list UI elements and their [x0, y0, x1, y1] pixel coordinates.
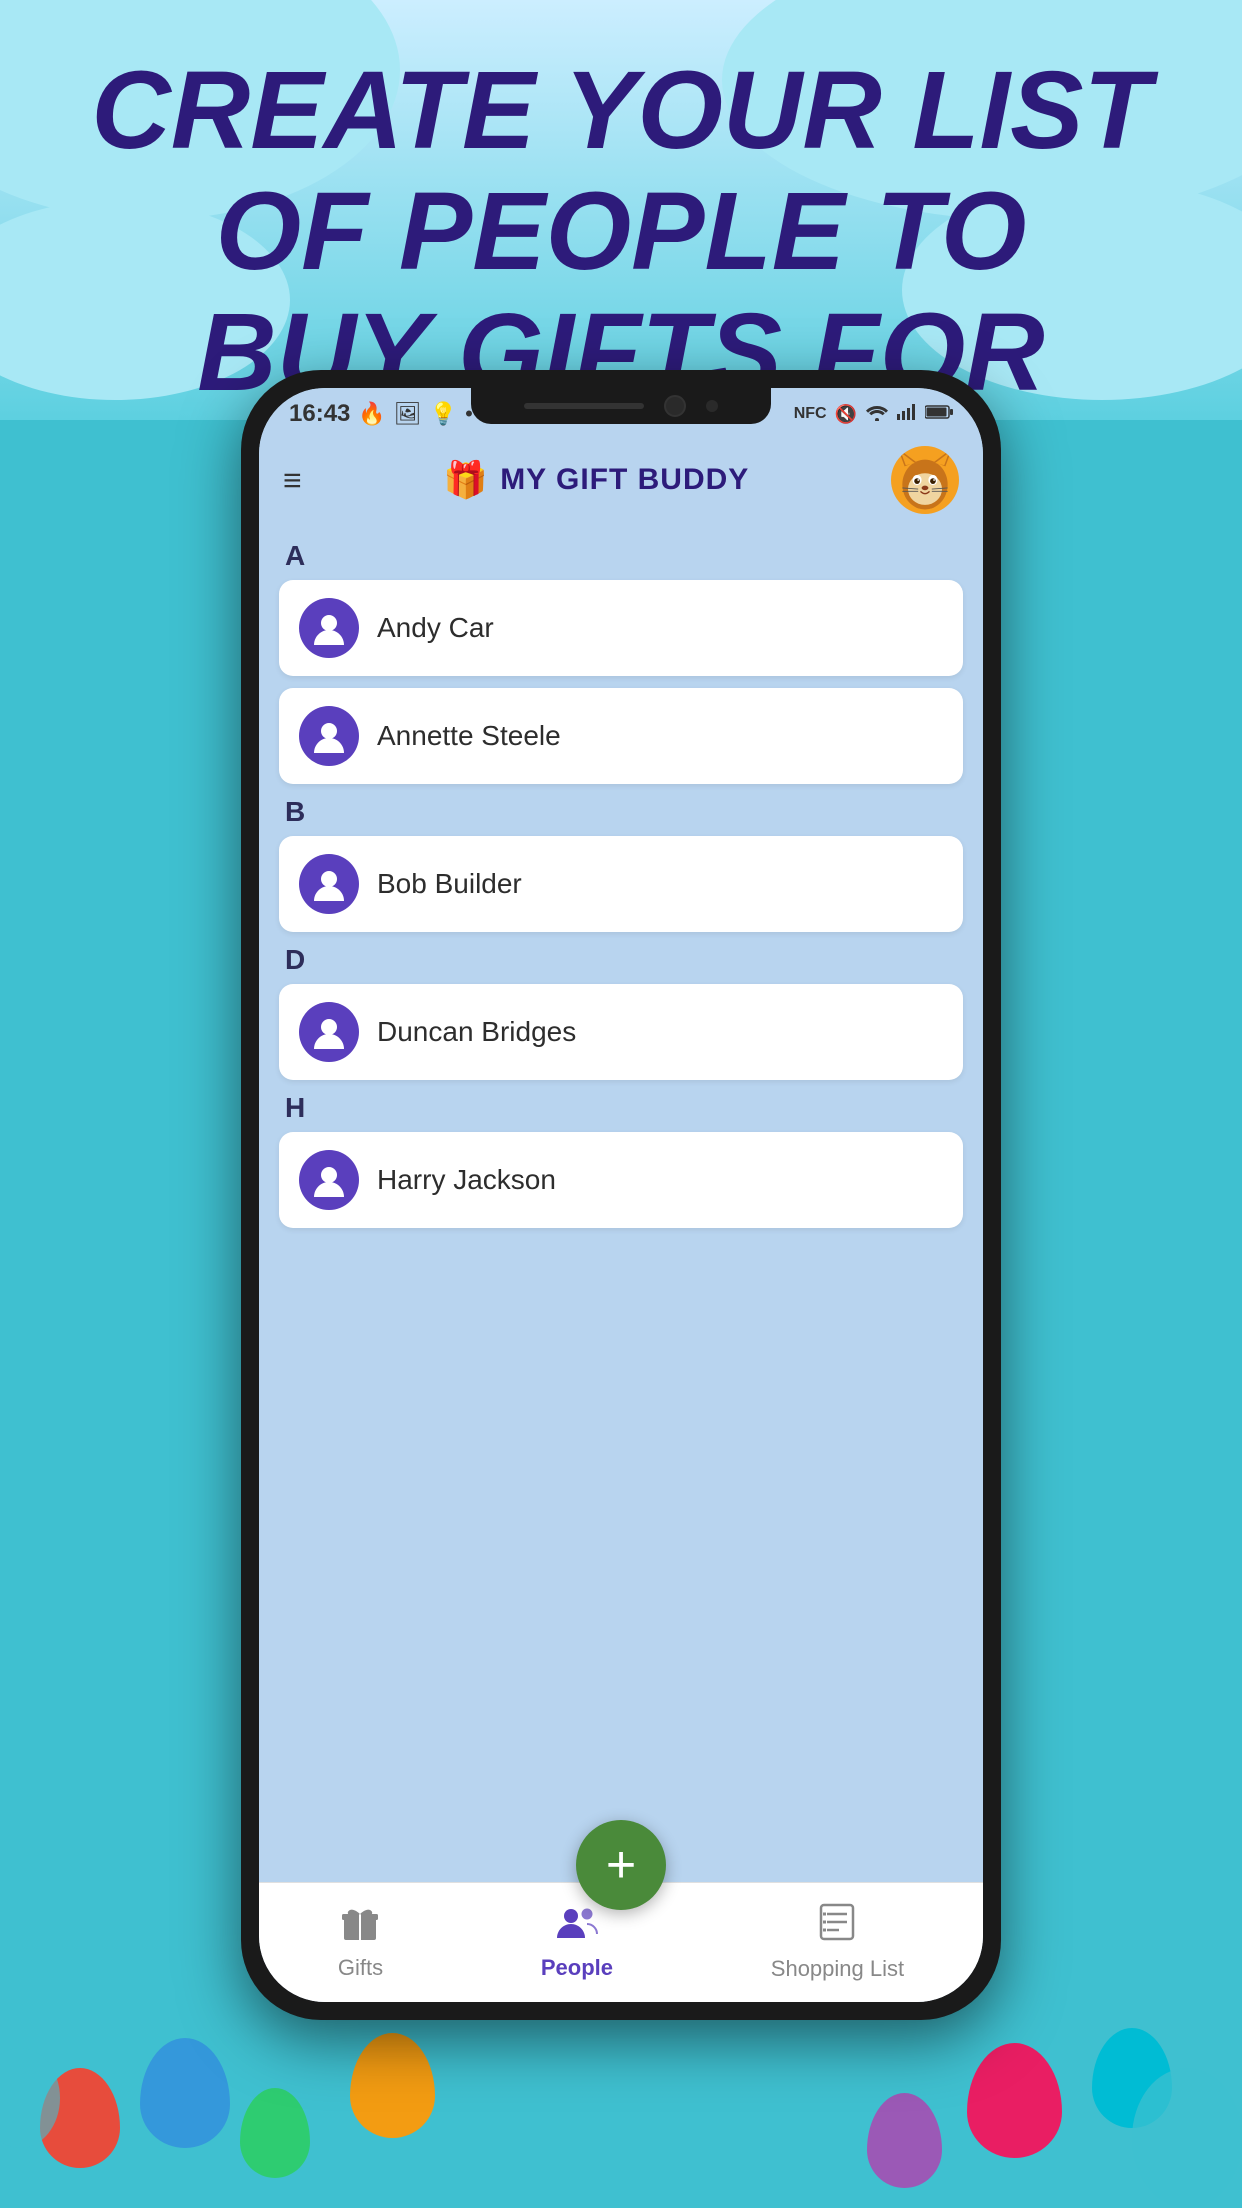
phone-frame: 16:43 🔥 🖼 💡 • NFC 🔇 [241, 370, 1001, 2020]
section-letter-h: H [285, 1092, 963, 1124]
person-card-andy-car[interactable]: Andy Car [279, 580, 963, 676]
section-letter-a: A [285, 540, 963, 572]
status-icon-fire: 🔥 [358, 401, 385, 427]
status-left: 16:43 🔥 🖼 💡 • [289, 400, 473, 428]
status-icon-image: 🖼 [394, 401, 422, 427]
person-name: Harry Jackson [377, 1164, 556, 1196]
app-header: ≡ 🎁 MY GIFT BUDDY [259, 440, 983, 520]
status-battery-icon [925, 404, 953, 425]
mascot-avatar [891, 446, 959, 514]
person-name: Andy Car [377, 612, 494, 644]
phone-screen: 16:43 🔥 🖼 💡 • NFC 🔇 [259, 388, 983, 2002]
person-avatar [299, 598, 359, 658]
people-nav-label: People [541, 1955, 613, 1981]
section-letter-d: D [285, 944, 963, 976]
phone-notch [471, 388, 771, 424]
status-signal-icon [897, 404, 917, 425]
status-right: NFC 🔇 [794, 403, 953, 426]
balloon [140, 2038, 230, 2148]
nav-item-shopping-list[interactable]: Shopping List [741, 1893, 934, 1992]
balloon [867, 2093, 942, 2188]
notch-sensor [706, 400, 718, 412]
notch-bar [524, 403, 644, 409]
balloon [1092, 2028, 1172, 2128]
balloon [40, 2068, 120, 2168]
person-name: Duncan Bridges [377, 1016, 576, 1048]
menu-button[interactable]: ≡ [283, 462, 302, 499]
person-name: Bob Builder [377, 868, 522, 900]
status-nfc-icon: NFC [794, 405, 827, 423]
person-avatar [299, 1150, 359, 1210]
people-list: A Andy Car [259, 520, 983, 1882]
status-wifi-icon [865, 403, 889, 426]
notch-camera [664, 395, 686, 417]
person-avatar [299, 854, 359, 914]
app-title: MY GIFT BUDDY [500, 463, 749, 497]
add-person-fab-button[interactable]: + [576, 1820, 666, 1910]
gift-icon: 🎁 [443, 459, 488, 501]
hero-title: CREATE YOUR LIST OF PEOPLE TO BUY GIFTS … [20, 50, 1222, 413]
status-time: 16:43 [289, 400, 350, 428]
balloon [1132, 2068, 1242, 2208]
gifts-nav-icon [340, 1904, 380, 1949]
person-card-harry-jackson[interactable]: Harry Jackson [279, 1132, 963, 1228]
balloon [350, 2033, 435, 2138]
status-icon-light: 💡 [430, 401, 457, 427]
balloon [967, 2043, 1062, 2158]
shopping-list-nav-label: Shopping List [771, 1956, 904, 1982]
status-mute-icon: 🔇 [835, 404, 857, 425]
balloon [0, 2048, 60, 2148]
person-card-bob-builder[interactable]: Bob Builder [279, 836, 963, 932]
shopping-list-nav-icon [819, 1903, 855, 1950]
person-card-annette-steele[interactable]: Annette Steele [279, 688, 963, 784]
app-title-area: 🎁 MY GIFT BUDDY [443, 459, 749, 501]
person-avatar [299, 706, 359, 766]
people-nav-icon [555, 1904, 599, 1949]
person-avatar [299, 1002, 359, 1062]
gifts-nav-label: Gifts [338, 1955, 383, 1981]
person-name: Annette Steele [377, 720, 561, 752]
balloon [240, 2088, 310, 2178]
person-card-duncan-bridges[interactable]: Duncan Bridges [279, 984, 963, 1080]
section-letter-b: B [285, 796, 963, 828]
nav-item-gifts[interactable]: Gifts [308, 1894, 413, 1991]
phone-frame-wrapper: 16:43 🔥 🖼 💡 • NFC 🔇 [241, 370, 1001, 2020]
